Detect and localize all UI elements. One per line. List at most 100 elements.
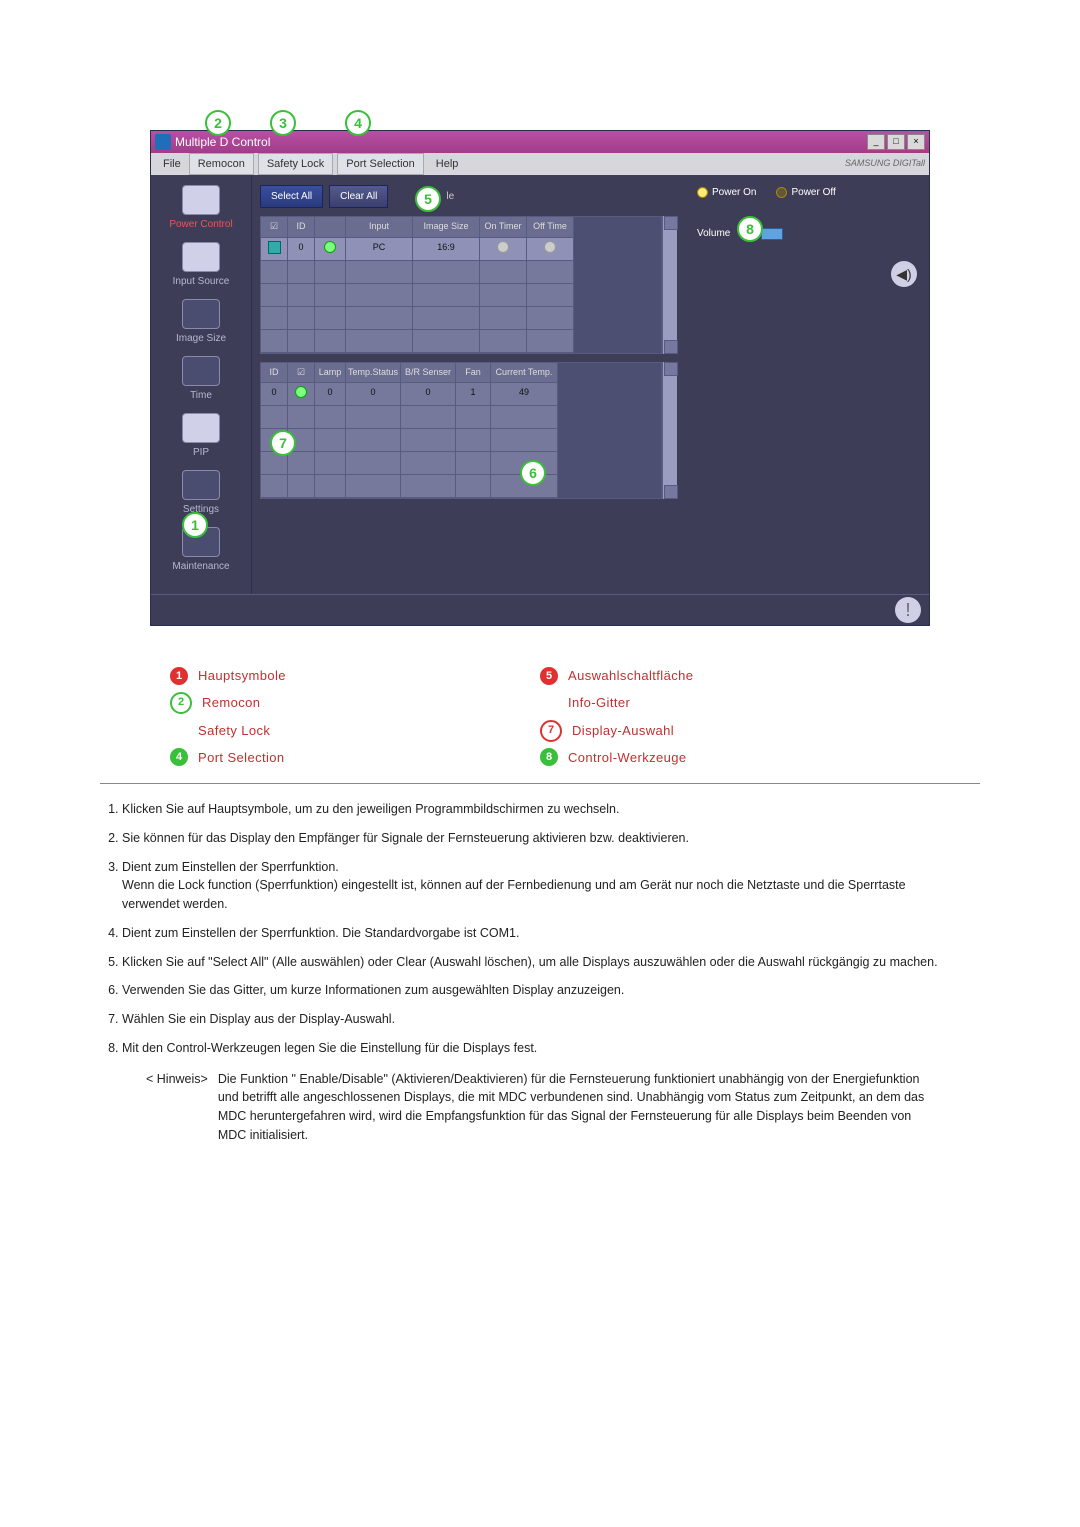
- control-panel: Power On Power Off Volume 10 ◀): [685, 175, 929, 594]
- table-row[interactable]: 0 0 0 0 1 49: [261, 383, 661, 406]
- sidebar-item-label: Power Control: [169, 217, 232, 232]
- callout-4: 4: [345, 110, 371, 136]
- sidebar-item-label: Image Size: [176, 331, 226, 346]
- hinweis-label: < Hinweis>: [146, 1070, 208, 1145]
- col-on-timer: On Timer: [480, 217, 527, 238]
- callout-2: 2: [205, 110, 231, 136]
- callout-5: 5: [415, 186, 441, 212]
- note-item: Dient zum Einstellen der Sperrfunktion. …: [122, 858, 940, 914]
- speaker-icon[interactable]: ◀): [891, 261, 917, 287]
- divider: [100, 783, 980, 784]
- power-icon: [182, 185, 220, 215]
- menu-safety-lock[interactable]: Safety Lock: [258, 153, 333, 176]
- sidebar-item-label: PIP: [193, 445, 209, 460]
- cell2-cur: 49: [491, 383, 558, 406]
- cell-image-size: 16:9: [413, 238, 480, 261]
- col2-fan: Fan: [456, 363, 491, 384]
- legend-label: Hauptsymbole: [198, 666, 286, 686]
- power-off-label: Power Off: [791, 185, 835, 200]
- legend-label: Auswahlschaltfläche: [568, 666, 693, 686]
- power-on-label: Power On: [712, 185, 756, 200]
- note-item: Verwenden Sie das Gitter, um kurze Infor…: [122, 981, 940, 1000]
- menubar: File Remocon Safety Lock Port Selection …: [151, 153, 929, 175]
- legend: 1Hauptsymbole 5Auswahlschaltfläche 2Remo…: [0, 656, 1080, 767]
- cell2-temp: 0: [346, 383, 401, 406]
- menu-file[interactable]: File: [155, 154, 189, 175]
- col-input: Input: [346, 217, 413, 238]
- sidebar-item-power[interactable]: Power Control: [151, 185, 251, 232]
- minimize-button[interactable]: _: [867, 134, 885, 150]
- col2-br: B/R Senser: [401, 363, 456, 384]
- note-item: Wählen Sie ein Display aus der Display-A…: [122, 1010, 940, 1029]
- cell-input: PC: [346, 238, 413, 261]
- app-window: Multiple D Control _ □ × File Remocon Sa…: [150, 130, 930, 626]
- menu-help[interactable]: Help: [428, 154, 467, 175]
- table-row[interactable]: [261, 452, 661, 475]
- row-checkbox[interactable]: [268, 241, 281, 254]
- info-grid: ID ☑ Lamp Temp.Status B/R Senser Fan Cur…: [260, 362, 677, 500]
- note-item: Mit den Control-Werkzeugen legen Sie die…: [122, 1039, 940, 1058]
- select-all-button[interactable]: Select All: [260, 185, 323, 208]
- callout-8: 8: [737, 216, 763, 242]
- sidebar-item-time[interactable]: Time: [151, 356, 251, 403]
- image-size-icon: [182, 299, 220, 329]
- note-item: Dient zum Einstellen der Sperrfunktion. …: [122, 924, 940, 943]
- volume-slider[interactable]: [761, 228, 783, 240]
- col-lamp: [315, 217, 346, 238]
- statusbar: !: [151, 594, 929, 625]
- cell-id: 0: [288, 238, 315, 261]
- window-title: Multiple D Control: [175, 133, 867, 151]
- legend-label: Display-Auswahl: [572, 721, 674, 741]
- notes-section: Klicken Sie auf Hauptsymbole, um zu den …: [0, 800, 1080, 1145]
- on-timer-icon: [497, 241, 509, 253]
- input-icon: [182, 242, 220, 272]
- sidebar-item-label: Input Source: [173, 274, 230, 289]
- sidebar-item-label: Maintenance: [172, 559, 229, 574]
- table-row[interactable]: [261, 475, 661, 498]
- grid-scrollbar[interactable]: [662, 216, 677, 354]
- table-row[interactable]: [261, 261, 661, 284]
- menu-port-selection[interactable]: Port Selection: [337, 153, 423, 176]
- table-row[interactable]: [261, 330, 661, 353]
- hinweis-block: < Hinweis> Die Funktion " Enable/Disable…: [146, 1070, 940, 1145]
- table-row[interactable]: [261, 307, 661, 330]
- menu-remocon[interactable]: Remocon: [189, 153, 254, 176]
- clear-all-button[interactable]: Clear All: [329, 185, 388, 208]
- col2-chk: ☑: [288, 363, 315, 384]
- main-panel: Select All Clear All le ☑ ID Input: [252, 175, 685, 594]
- display-grid: ☑ ID Input Image Size On Timer Off Time: [260, 216, 677, 354]
- close-button[interactable]: ×: [907, 134, 925, 150]
- col2-cur: Current Temp.: [491, 363, 558, 384]
- legend-label: Control-Werkzeuge: [568, 748, 687, 768]
- legend-label: Remocon: [202, 693, 260, 713]
- table-row[interactable]: [261, 406, 661, 429]
- status-indicator-icon: [295, 386, 307, 398]
- callout-7: 7: [270, 430, 296, 456]
- sidebar-item-pip[interactable]: PIP: [151, 413, 251, 460]
- volume-label: Volume: [697, 226, 730, 241]
- off-timer-icon: [544, 241, 556, 253]
- note-item: Sie können für das Display den Empfänger…: [122, 829, 940, 848]
- power-off-radio[interactable]: Power Off: [776, 185, 835, 200]
- sidebar-item-input[interactable]: Input Source: [151, 242, 251, 289]
- sidebar-item-settings[interactable]: Settings: [151, 470, 251, 517]
- callout-3: 3: [270, 110, 296, 136]
- col2-id: ID: [261, 363, 288, 384]
- pip-icon: [182, 413, 220, 443]
- power-on-radio[interactable]: Power On: [697, 185, 756, 200]
- le-label: le: [446, 189, 454, 204]
- table-row[interactable]: [261, 429, 661, 452]
- col2-lamp: Lamp: [315, 363, 346, 384]
- callout-6: 6: [520, 460, 546, 486]
- warning-icon: !: [895, 597, 921, 623]
- legend-num: 5: [540, 667, 558, 685]
- settings-icon: [182, 470, 220, 500]
- table-row[interactable]: 0 PC 16:9: [261, 238, 661, 261]
- app-icon: [155, 134, 171, 150]
- grid-scrollbar[interactable]: [662, 362, 677, 500]
- radio-icon: [697, 187, 708, 198]
- sidebar-item-image-size[interactable]: Image Size: [151, 299, 251, 346]
- cell2-fan: 1: [456, 383, 491, 406]
- maximize-button[interactable]: □: [887, 134, 905, 150]
- table-row[interactable]: [261, 284, 661, 307]
